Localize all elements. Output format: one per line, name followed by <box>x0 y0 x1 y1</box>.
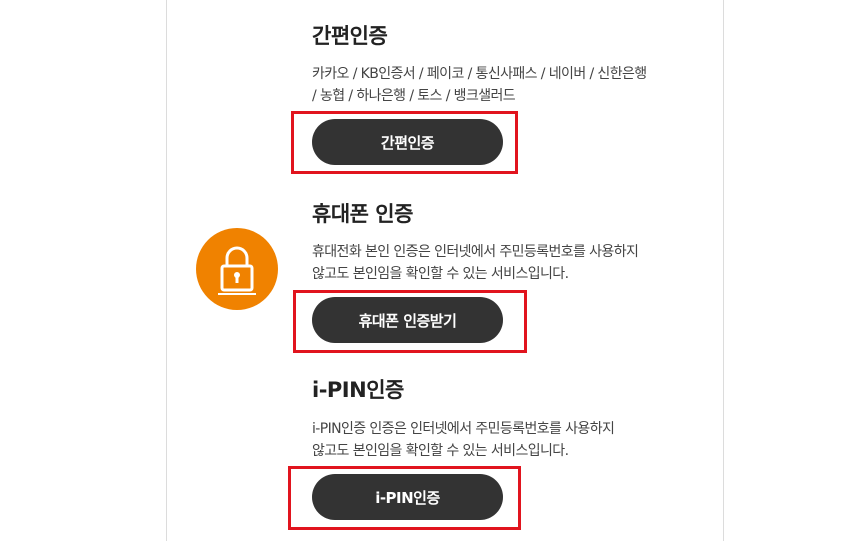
lock-icon <box>218 246 256 295</box>
phone-auth-section: 휴대폰 인증 <box>312 200 732 228</box>
easy-auth-description: 카카오 / KB인증서 / 페이코 / 통신사패스 / 네이버 / 신한은행 /… <box>312 63 732 107</box>
easy-auth-desc-line2: / 농협 / 하나은행 / 토스 / 뱅크샐러드 <box>312 88 516 104</box>
phone-auth-button[interactable]: 휴대폰 인증받기 <box>312 297 503 343</box>
ipin-auth-desc-line1: i-PIN인증 인증은 인터넷에서 주민등록번호를 사용하지 <box>312 421 615 437</box>
ipin-auth-button[interactable]: i-PIN인증 <box>312 474 503 520</box>
ipin-auth-section: i-PIN인증 <box>312 376 732 404</box>
easy-auth-button[interactable]: 간편인증 <box>312 119 503 165</box>
phone-auth-desc-line1: 휴대전화 본인 인증은 인터넷에서 주민등록번호를 사용하지 <box>312 244 639 260</box>
auth-page: 간편인증 카카오 / KB인증서 / 페이코 / 통신사패스 / 네이버 / 신… <box>0 0 868 541</box>
phone-auth-description: 휴대전화 본인 인증은 인터넷에서 주민등록번호를 사용하지 않고도 본인임을 … <box>312 241 732 285</box>
phone-auth-title: 휴대폰 인증 <box>312 202 413 226</box>
ipin-auth-description: i-PIN인증 인증은 인터넷에서 주민등록번호를 사용하지 않고도 본인임을 … <box>312 418 732 462</box>
easy-auth-desc-line1: 카카오 / KB인증서 / 페이코 / 통신사패스 / 네이버 / 신한은행 <box>312 66 647 82</box>
lock-badge <box>196 228 278 310</box>
phone-auth-desc-line2: 않고도 본인임을 확인할 수 있는 서비스입니다. <box>312 266 569 282</box>
easy-auth-title: 간편인증 <box>312 24 388 48</box>
ipin-auth-desc-line2: 않고도 본인임을 확인할 수 있는 서비스입니다. <box>312 443 569 459</box>
ipin-auth-title: i-PIN인증 <box>312 378 404 402</box>
easy-auth-section: 간편인증 <box>312 22 732 50</box>
